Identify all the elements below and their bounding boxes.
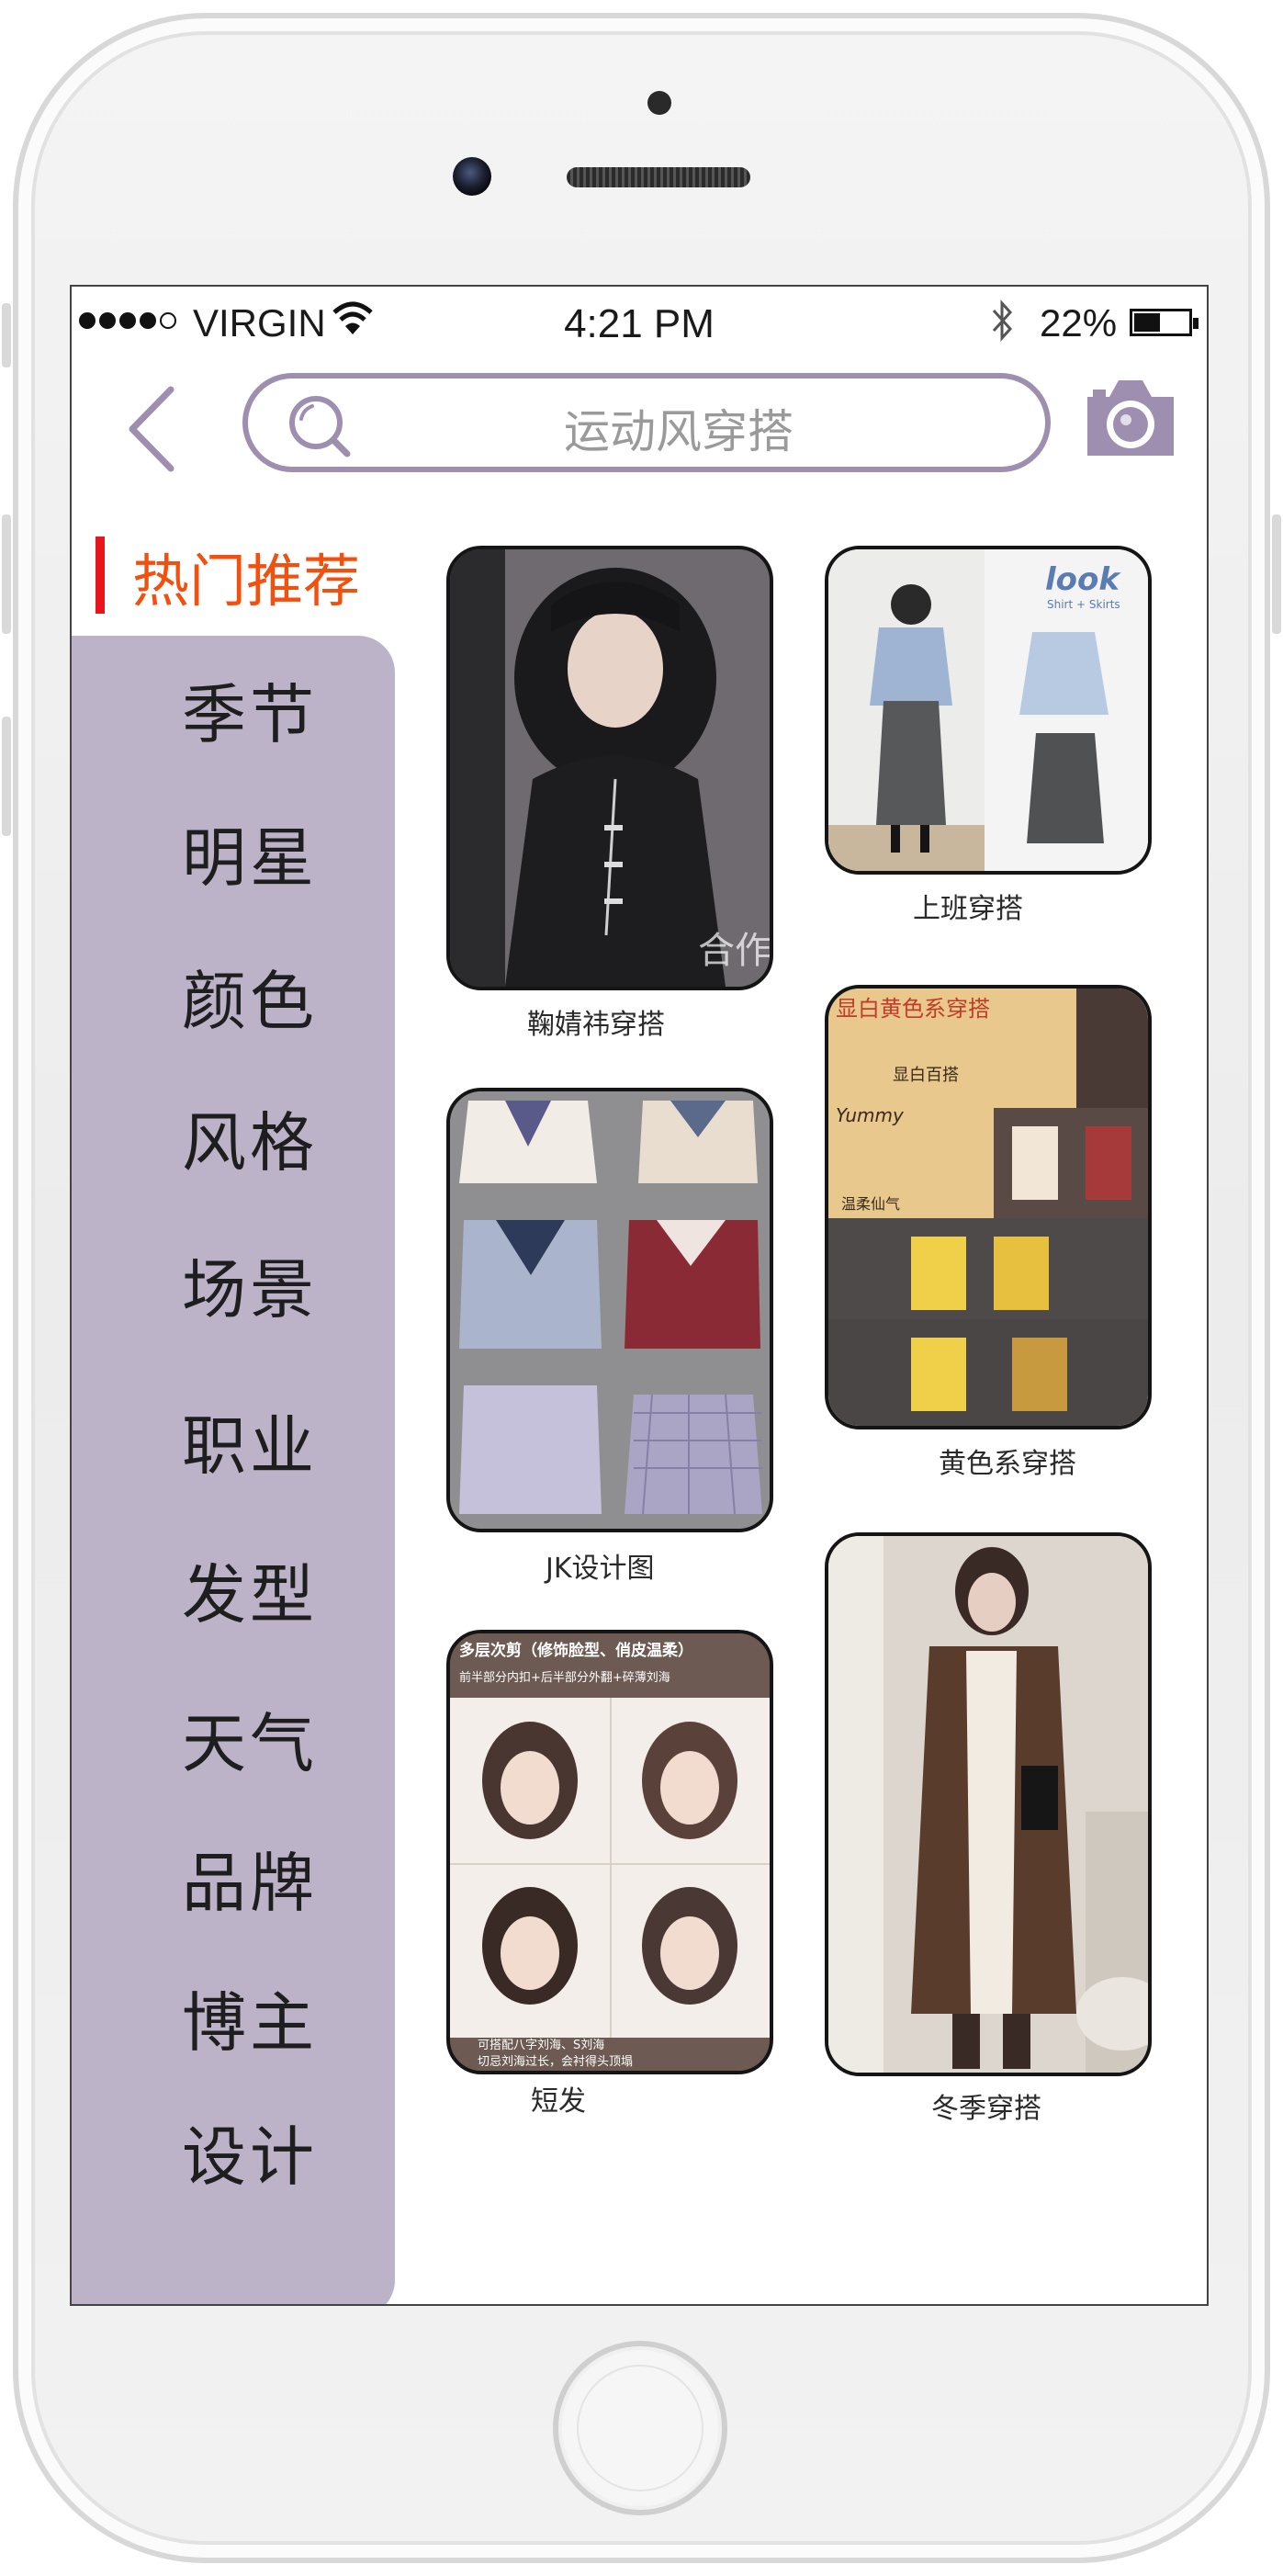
card-image[interactable]: [446, 1088, 773, 1532]
outfit-card[interactable]: 冬季穿搭: [825, 1532, 1152, 2157]
card-caption[interactable]: 黄色系穿搭: [939, 1441, 1076, 1481]
card-image-overlay-subtext: 切忌刘海过长，会衬得头顶塌: [478, 2054, 633, 2069]
section-title[interactable]: 热门推荐: [132, 535, 360, 617]
card-image-overlay-text: 合作: [698, 930, 770, 972]
card-image-overlay-text: 显白百搭: [893, 1066, 959, 1085]
card-image-overlay-subtext: Shirt + Skirts: [1047, 598, 1120, 611]
clock: 4:21 PM: [564, 301, 715, 346]
camera-icon[interactable]: [1080, 371, 1181, 463]
card-caption[interactable]: 上班穿搭: [913, 886, 1023, 926]
sidebar-item-season[interactable]: 季节: [182, 663, 318, 756]
earpiece-speaker: [567, 167, 750, 187]
battery-percent: 22%: [1040, 301, 1118, 345]
sidebar-item-scene[interactable]: 场景: [182, 1238, 318, 1331]
front-camera: [453, 157, 491, 196]
card-image-overlay-subtext: 前半部分内扣+后半部分外翻+碎薄刘海: [459, 1670, 670, 1685]
card-image-overlay-text: 多层次剪（修饰脸型、俏皮温柔）: [459, 1641, 693, 1660]
card-caption[interactable]: 鞠婧祎穿搭: [527, 1001, 665, 1042]
proximity-sensor: [647, 91, 671, 115]
card-image-overlay-text: look: [1045, 561, 1121, 598]
card-image[interactable]: 多层次剪（修饰脸型、俏皮温柔） 前半部分内扣+后半部分外翻+碎薄刘海 可搭配八字…: [446, 1630, 773, 2074]
section-marker: [96, 537, 105, 614]
home-button[interactable]: [553, 2341, 727, 2515]
card-image-overlay-text: 温柔仙气: [841, 1195, 900, 1213]
status-bar: VIRGIN 4:21 PM 22%: [72, 287, 1207, 362]
bluetooth-icon: [992, 299, 1013, 342]
sidebar-item-style[interactable]: 风格: [182, 1091, 318, 1184]
back-chevron-icon[interactable]: [116, 378, 189, 480]
card-caption[interactable]: 短发: [531, 2078, 586, 2118]
outfit-card[interactable]: 多层次剪（修饰脸型、俏皮温柔） 前半部分内扣+后半部分外翻+碎薄刘海 可搭配八字…: [446, 1630, 773, 2135]
card-image[interactable]: look Shirt + Skirts: [825, 546, 1152, 875]
sidebar-item-celebrity[interactable]: 明星: [182, 807, 318, 899]
card-image-overlay-text: Yummy: [836, 1104, 905, 1126]
search-query: 运动风穿搭: [564, 405, 793, 458]
volume-down-button: [2, 717, 11, 836]
outfit-card[interactable]: JK设计图: [446, 1088, 773, 1586]
card-image[interactable]: [825, 1532, 1152, 2076]
outfit-card[interactable]: look Shirt + Skirts 上班穿搭: [825, 546, 1152, 932]
search-input[interactable]: 运动风穿搭: [242, 373, 1051, 472]
mute-switch: [2, 303, 11, 367]
card-image[interactable]: 合作: [446, 546, 773, 990]
outfit-card[interactable]: 合作 鞠婧祎穿搭: [446, 546, 773, 1060]
sidebar-item-profession[interactable]: 职业: [182, 1395, 318, 1487]
sidebar-item-blogger[interactable]: 博主: [182, 1972, 318, 2064]
card-image[interactable]: 显白黄色系穿搭 显白百搭 Yummy 温柔仙气: [825, 985, 1152, 1429]
category-sidebar: 季节 明星 颜色 风格 场景 职业 发型 天气 品牌 博主 设计: [72, 636, 395, 2304]
volume-up-button: [2, 514, 11, 634]
sidebar-item-hairstyle[interactable]: 发型: [182, 1543, 318, 1636]
sidebar-item-color[interactable]: 颜色: [182, 950, 318, 1043]
card-image-overlay-subtext: 可搭配八字刘海、S刘海: [478, 2038, 604, 2052]
battery-icon: [1130, 309, 1199, 336]
sidebar-item-design[interactable]: 设计: [182, 2106, 318, 2198]
sidebar-item-weather[interactable]: 天气: [182, 1692, 318, 1785]
card-caption[interactable]: 冬季穿搭: [931, 2085, 1041, 2126]
outfit-card[interactable]: 显白黄色系穿搭 显白百搭 Yummy 温柔仙气 黄色系穿搭: [825, 985, 1152, 1499]
power-button: [1272, 514, 1281, 634]
card-caption[interactable]: JK设计图: [546, 1545, 655, 1586]
card-image-overlay-text: 显白黄色系穿搭: [836, 996, 990, 1022]
sidebar-item-brand[interactable]: 品牌: [182, 1832, 318, 1925]
app-screen: VIRGIN 4:21 PM 22% 运动风穿搭 热门推荐 季节 明星 颜色 风…: [70, 285, 1209, 2306]
